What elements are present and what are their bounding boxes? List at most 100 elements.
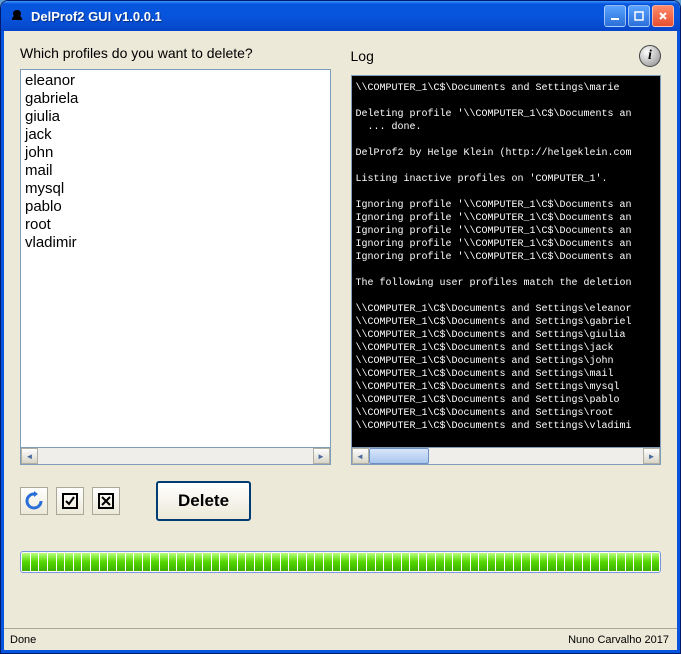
progress-segment [289, 553, 297, 571]
progress-segment [358, 553, 366, 571]
progress-segment [445, 553, 453, 571]
log-console[interactable]: \\COMPUTER_1\C$\Documents and Settings\m… [351, 75, 662, 448]
progress-segment [298, 553, 306, 571]
progress-segment [229, 553, 237, 571]
progress-segment [324, 553, 332, 571]
window-title: DelProf2 GUI v1.0.0.1 [29, 9, 604, 24]
scroll-right-icon[interactable]: ► [313, 448, 330, 464]
status-bar: Done Nuno Carvalho 2017 [4, 628, 677, 650]
progress-segment [186, 553, 194, 571]
progress-segment [600, 553, 608, 571]
progress-segment [74, 553, 82, 571]
progress-segment [117, 553, 125, 571]
progress-segment [436, 553, 444, 571]
progress-segment [315, 553, 323, 571]
progress-segment [367, 553, 375, 571]
progress-segment [160, 553, 168, 571]
progress-segment [220, 553, 228, 571]
progress-segment [471, 553, 479, 571]
select-all-icon [61, 492, 79, 510]
progress-segment [514, 553, 522, 571]
progress-segment [505, 553, 513, 571]
list-item[interactable]: eleanor [25, 72, 326, 90]
select-all-button[interactable] [56, 487, 84, 515]
progress-segment [134, 553, 142, 571]
progress-segment [634, 553, 642, 571]
status-text: Done [6, 634, 36, 646]
list-item[interactable]: mysql [25, 180, 326, 198]
progress-segment [548, 553, 556, 571]
progress-segment [522, 553, 530, 571]
list-item[interactable]: vladimir [25, 234, 326, 252]
maximize-button[interactable] [628, 5, 650, 27]
progress-segment [212, 553, 220, 571]
list-item[interactable]: pablo [25, 198, 326, 216]
progress-segment [238, 553, 246, 571]
progress-segment [341, 553, 349, 571]
close-button[interactable] [652, 5, 674, 27]
progress-segment [281, 553, 289, 571]
profiles-listbox[interactable]: eleanorgabrielagiuliajackjohnmailmysqlpa… [20, 69, 331, 448]
scroll-right-icon[interactable]: ► [643, 448, 660, 464]
progress-segment [384, 553, 392, 571]
scroll-left-icon[interactable]: ◄ [21, 448, 38, 464]
scroll-track[interactable] [38, 448, 313, 464]
select-none-icon [97, 492, 115, 510]
refresh-icon [24, 491, 44, 511]
scroll-left-icon[interactable]: ◄ [352, 448, 369, 464]
info-icon[interactable]: i [639, 45, 661, 67]
progress-segment [307, 553, 315, 571]
list-item[interactable]: gabriela [25, 90, 326, 108]
log-label: Log [351, 48, 374, 64]
progress-segment [255, 553, 263, 571]
progress-segment [65, 553, 73, 571]
list-item[interactable]: mail [25, 162, 326, 180]
delete-button[interactable]: Delete [156, 481, 251, 521]
progress-segment [565, 553, 573, 571]
progress-segment [488, 553, 496, 571]
progress-segment [177, 553, 185, 571]
progress-segment [22, 553, 30, 571]
progress-segment [57, 553, 65, 571]
progress-segment [453, 553, 461, 571]
progress-segment [169, 553, 177, 571]
progress-segment [591, 553, 599, 571]
list-item[interactable]: jack [25, 126, 326, 144]
progress-segment [246, 553, 254, 571]
progress-bar [20, 551, 661, 573]
progress-segment [31, 553, 39, 571]
progress-segment [350, 553, 358, 571]
progress-segment [531, 553, 539, 571]
progress-segment [393, 553, 401, 571]
list-item[interactable]: john [25, 144, 326, 162]
progress-segment [479, 553, 487, 571]
log-scrollbar[interactable]: ◄ ► [351, 448, 662, 465]
progress-segment [143, 553, 151, 571]
progress-segment [583, 553, 591, 571]
titlebar[interactable]: DelProf2 GUI v1.0.0.1 [1, 1, 680, 31]
progress-segment [574, 553, 582, 571]
progress-segment [151, 553, 159, 571]
progress-segment [540, 553, 548, 571]
scroll-track[interactable] [369, 448, 644, 464]
client-area: Which profiles do you want to delete? el… [1, 31, 680, 653]
select-none-button[interactable] [92, 487, 120, 515]
progress-segment [91, 553, 99, 571]
minimize-button[interactable] [604, 5, 626, 27]
progress-segment [333, 553, 341, 571]
progress-segment [39, 553, 47, 571]
progress-segment [195, 553, 203, 571]
list-item[interactable]: giulia [25, 108, 326, 126]
progress-segment [462, 553, 470, 571]
scroll-thumb[interactable] [369, 448, 429, 464]
progress-segment [643, 553, 651, 571]
progress-segment [126, 553, 134, 571]
progress-segment [626, 553, 634, 571]
refresh-button[interactable] [20, 487, 48, 515]
progress-segment [617, 553, 625, 571]
list-item[interactable]: root [25, 216, 326, 234]
profiles-scrollbar[interactable]: ◄ ► [20, 448, 331, 465]
progress-segment [82, 553, 90, 571]
progress-segment [427, 553, 435, 571]
progress-segment [272, 553, 280, 571]
